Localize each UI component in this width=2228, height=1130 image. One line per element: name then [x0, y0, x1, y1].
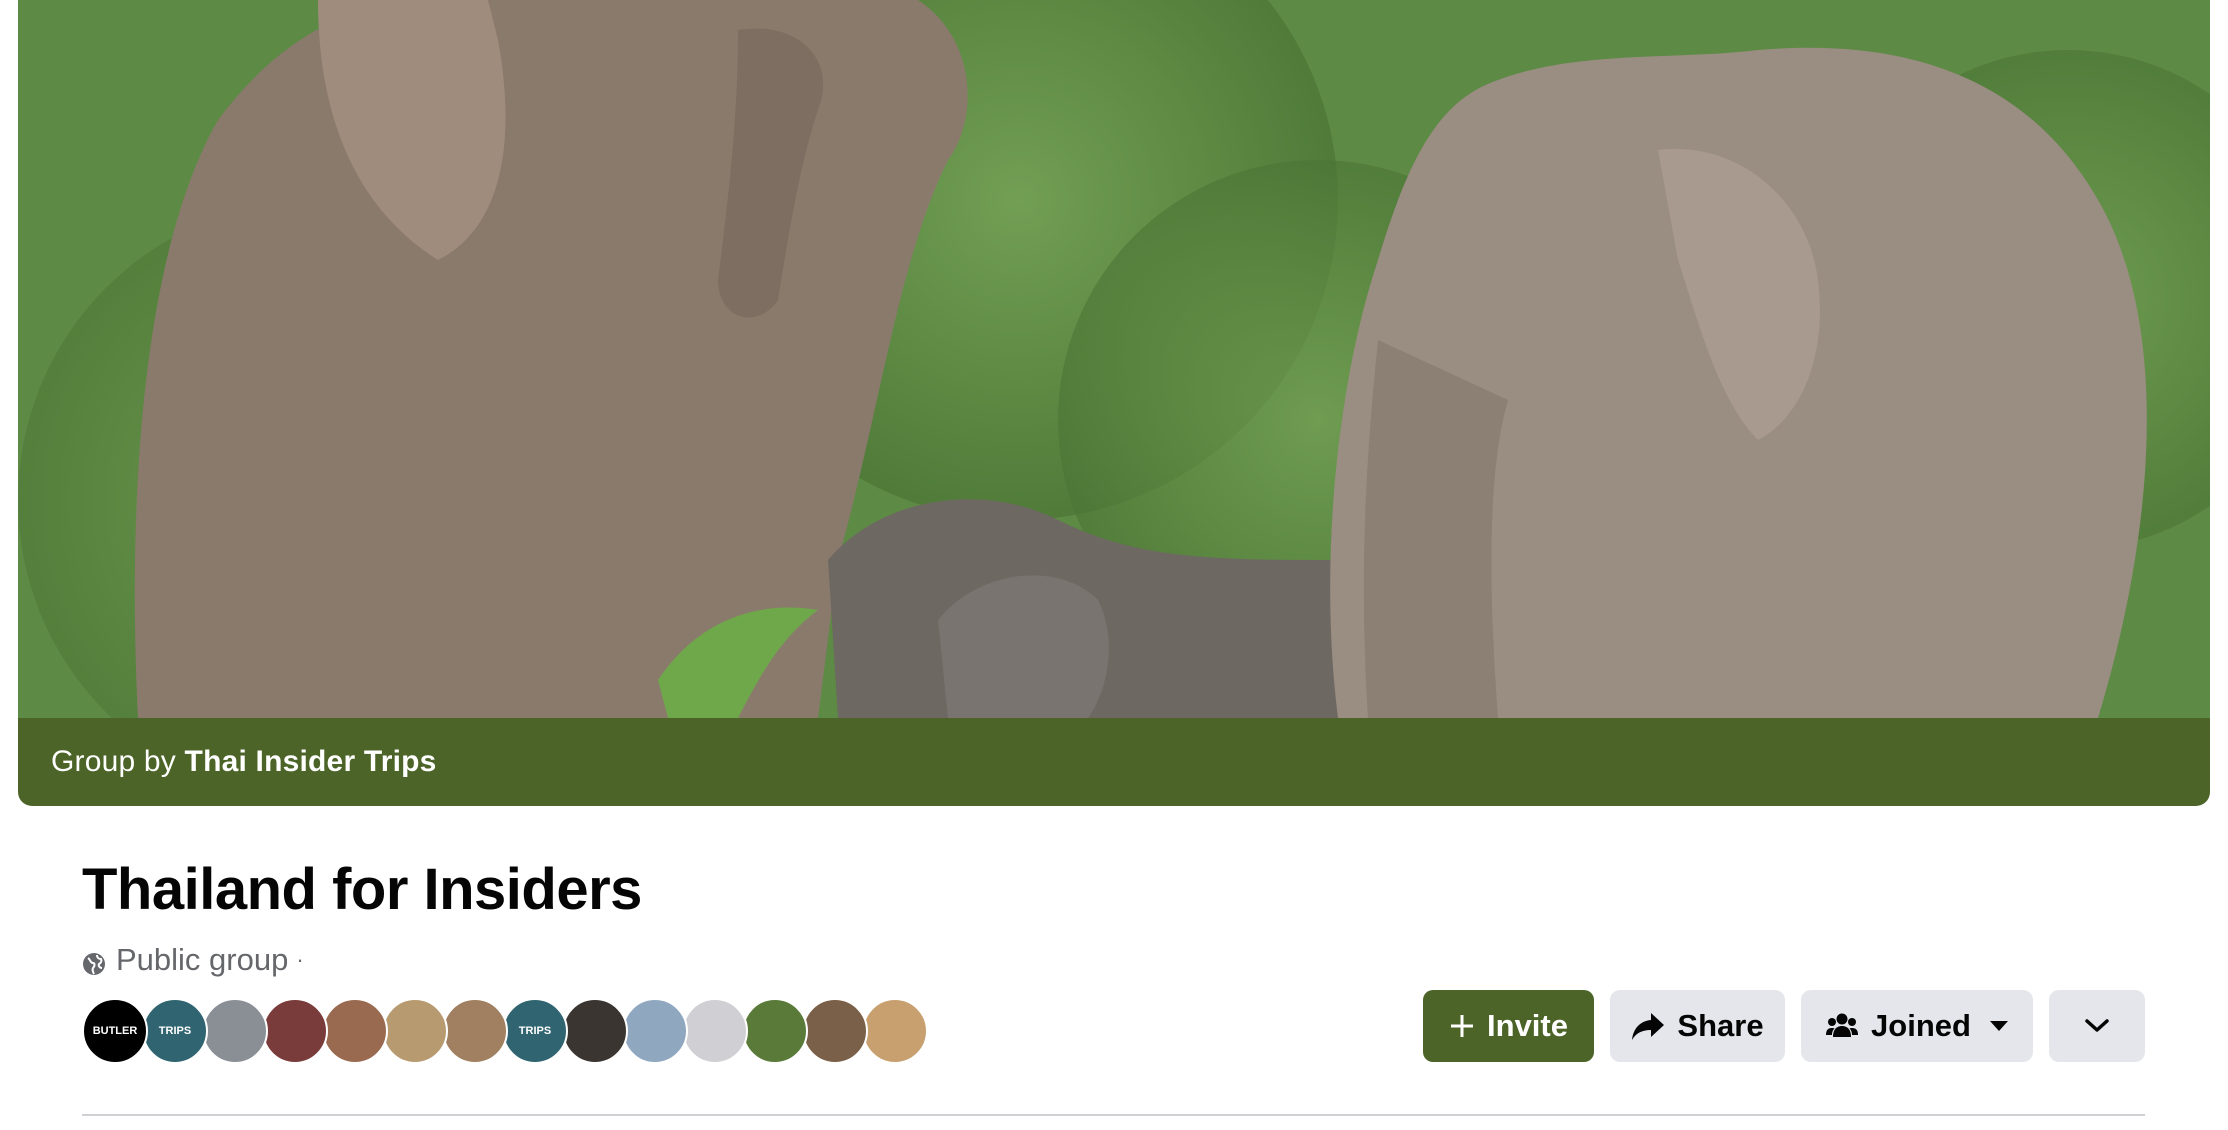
- page-title: Thailand for Insiders: [82, 857, 642, 922]
- member-avatar[interactable]: [742, 998, 808, 1064]
- member-avatar[interactable]: [262, 998, 328, 1064]
- member-avatars[interactable]: BUTLER TRIPS TRIPS: [82, 998, 928, 1064]
- joined-button[interactable]: Joined: [1801, 990, 2033, 1062]
- avatar-label: TRIPS: [158, 1025, 192, 1037]
- invite-label: Invite: [1487, 1008, 1568, 1043]
- member-avatar[interactable]: [682, 998, 748, 1064]
- group-owner-link[interactable]: Thai Insider Trips: [185, 745, 437, 778]
- joined-label: Joined: [1871, 1008, 1971, 1043]
- member-avatar[interactable]: [202, 998, 268, 1064]
- member-avatar[interactable]: [382, 998, 448, 1064]
- invite-button[interactable]: Invite: [1423, 990, 1594, 1062]
- group-by-prefix: Group by: [51, 745, 176, 778]
- member-avatar[interactable]: TRIPS: [142, 998, 208, 1064]
- member-avatar[interactable]: [442, 998, 508, 1064]
- members-icon: [1825, 1011, 1859, 1041]
- cover-photo[interactable]: [18, 0, 2210, 718]
- meta-separator: ·: [296, 947, 304, 972]
- group-meta: Public group ·: [82, 942, 304, 978]
- member-avatar[interactable]: [562, 998, 628, 1064]
- member-avatar[interactable]: [322, 998, 388, 1064]
- avatar-label: TRIPS: [518, 1025, 552, 1037]
- privacy-label[interactable]: Public group: [116, 942, 288, 978]
- plus-icon: [1449, 1013, 1475, 1039]
- chevron-down-icon: [2084, 1018, 2110, 1034]
- avatar-label: BUTLER: [92, 1025, 138, 1037]
- share-button[interactable]: Share: [1610, 990, 1785, 1062]
- member-avatar[interactable]: BUTLER: [82, 998, 148, 1064]
- section-divider: [82, 1114, 2145, 1116]
- group-cover: Group by Thai Insider Trips: [18, 0, 2210, 806]
- share-icon: [1631, 1011, 1665, 1041]
- member-avatar[interactable]: [622, 998, 688, 1064]
- member-avatar[interactable]: [862, 998, 928, 1064]
- more-options-button[interactable]: [2049, 990, 2145, 1062]
- caret-down-icon: [1989, 1020, 2009, 1032]
- cover-owner-bar: Group by Thai Insider Trips: [18, 718, 2210, 806]
- member-avatar[interactable]: [802, 998, 868, 1064]
- share-label: Share: [1677, 1008, 1764, 1043]
- member-avatar[interactable]: TRIPS: [502, 998, 568, 1064]
- group-by-text: Group by Thai Insider Trips: [51, 745, 437, 779]
- globe-icon: [82, 948, 106, 975]
